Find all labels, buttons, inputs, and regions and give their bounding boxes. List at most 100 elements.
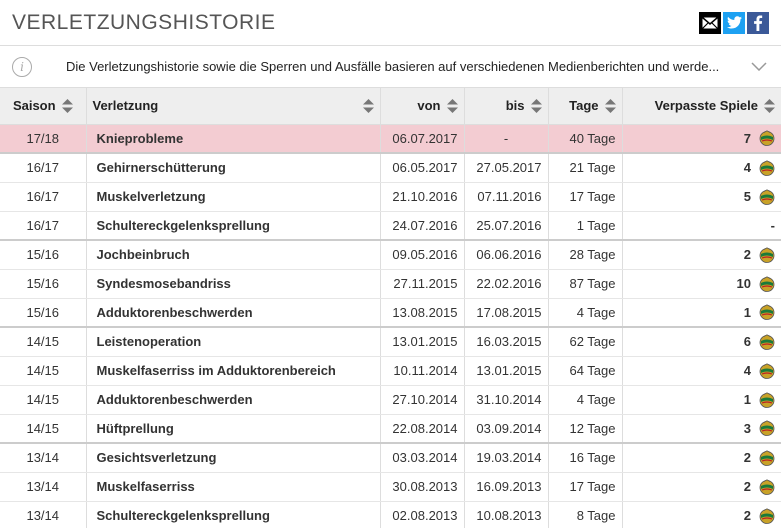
cell-days: 8 Tage bbox=[548, 501, 623, 528]
cell-injury: Adduktorenbeschwerden bbox=[86, 298, 381, 328]
club-crest-icon bbox=[759, 478, 775, 495]
cell-missed-games: 10 bbox=[622, 269, 781, 299]
cell-to: 03.09.2014 bbox=[464, 414, 549, 444]
cell-to: 17.08.2015 bbox=[464, 298, 549, 328]
table-row: 15/16 Syndesmosebandriss 27.11.2015 22.0… bbox=[0, 269, 781, 299]
club-crest-icon bbox=[759, 247, 775, 263]
cell-days: 28 Tage bbox=[548, 239, 623, 270]
cell-injury: Syndesmosebandriss bbox=[86, 269, 381, 299]
table-row: 13/14 Schultereckgelenksprellung 02.08.2… bbox=[0, 501, 781, 528]
club-crest-icon bbox=[759, 334, 775, 350]
cell-from: 27.10.2014 bbox=[380, 385, 465, 415]
column-header-verletzung[interactable]: Verletzung bbox=[86, 88, 381, 125]
club-crest-icon bbox=[759, 507, 775, 524]
cell-missed-games: 5 bbox=[622, 182, 781, 212]
cell-injury: Adduktorenbeschwerden bbox=[86, 385, 381, 415]
cell-from: 02.08.2013 bbox=[380, 501, 465, 528]
cell-injury: Jochbeinbruch bbox=[86, 239, 381, 270]
cell-season: 15/16 bbox=[0, 239, 87, 270]
cell-season: 16/17 bbox=[0, 211, 87, 241]
table-row: 13/14 Muskelfaserriss 30.08.2013 16.09.2… bbox=[0, 472, 781, 502]
cell-to: 22.02.2016 bbox=[464, 269, 549, 299]
cell-season: 13/14 bbox=[0, 472, 87, 502]
cell-injury: Muskelfaserriss im Adduktorenbereich bbox=[86, 356, 381, 386]
cell-season: 14/15 bbox=[0, 356, 87, 386]
cell-from: 13.08.2015 bbox=[380, 298, 465, 328]
missed-games-count: 2 bbox=[743, 479, 751, 494]
table-row: 15/16 Adduktorenbeschwerden 13.08.2015 1… bbox=[0, 298, 781, 328]
cell-to: - bbox=[464, 124, 549, 154]
table-header-row: Saison Verletzung von bis Tage Verpasste… bbox=[0, 88, 781, 125]
cell-season: 15/16 bbox=[0, 298, 87, 328]
cell-injury: Schultereckgelenksprellung bbox=[86, 501, 381, 528]
club-crest-icon bbox=[759, 188, 775, 205]
table-row: 14/15 Hüftprellung 22.08.2014 03.09.2014… bbox=[0, 414, 781, 444]
cell-from: 09.05.2016 bbox=[380, 239, 465, 270]
sort-icon bbox=[764, 98, 775, 113]
mail-icon[interactable] bbox=[699, 11, 721, 34]
cell-from: 06.05.2017 bbox=[380, 152, 465, 183]
panel-header: VERLETZUNGSHISTORIE bbox=[0, 0, 781, 46]
cell-days: 87 Tage bbox=[548, 269, 623, 299]
club-crest-icon bbox=[759, 362, 775, 379]
cell-injury: Schultereckgelenksprellung bbox=[86, 211, 381, 241]
cell-days: 1 Tage bbox=[548, 211, 623, 241]
cell-season: 14/15 bbox=[0, 385, 87, 415]
cell-days: 16 Tage bbox=[548, 442, 623, 473]
share-buttons bbox=[699, 11, 769, 34]
cell-missed-games: 1 bbox=[622, 385, 781, 415]
club-crest-icon bbox=[759, 160, 775, 176]
missed-games-count: 3 bbox=[743, 420, 751, 436]
cell-season: 16/17 bbox=[0, 152, 87, 183]
column-header-von[interactable]: von bbox=[380, 88, 465, 125]
info-icon: i bbox=[12, 56, 32, 77]
cell-season: 13/14 bbox=[0, 501, 87, 528]
table-row: 17/18 Knieprobleme 06.07.2017 - 40 Tage … bbox=[0, 124, 781, 154]
column-header-verpasste-spiele[interactable]: Verpasste Spiele bbox=[622, 88, 781, 125]
cell-to: 10.08.2013 bbox=[464, 501, 549, 528]
chevron-down-icon[interactable] bbox=[749, 62, 769, 71]
cell-from: 24.07.2016 bbox=[380, 211, 465, 241]
cell-season: 15/16 bbox=[0, 269, 87, 299]
column-header-tage[interactable]: Tage bbox=[548, 88, 623, 125]
missed-games-count: 5 bbox=[743, 189, 751, 204]
cell-season: 16/17 bbox=[0, 182, 87, 212]
missed-games-count: 4 bbox=[743, 160, 751, 176]
cell-days: 40 Tage bbox=[548, 124, 623, 154]
cell-from: 10.11.2014 bbox=[380, 356, 465, 386]
cell-from: 30.08.2013 bbox=[380, 472, 465, 502]
table-row: 14/15 Muskelfaserriss im Adduktorenberei… bbox=[0, 356, 781, 386]
column-header-saison[interactable]: Saison bbox=[0, 88, 87, 125]
cell-days: 62 Tage bbox=[548, 326, 623, 357]
cell-injury: Knieprobleme bbox=[86, 124, 381, 154]
cell-season: 13/14 bbox=[0, 442, 87, 473]
table-row: 14/15 Leistenoperation 13.01.2015 16.03.… bbox=[0, 326, 781, 357]
facebook-icon[interactable] bbox=[747, 11, 769, 34]
injury-table-body: 17/18 Knieprobleme 06.07.2017 - 40 Tage … bbox=[0, 124, 781, 528]
cell-missed-games: 3 bbox=[622, 414, 781, 444]
info-bar[interactable]: i Die Verletzungshistorie sowie die Sper… bbox=[0, 46, 781, 88]
missed-games-count: 2 bbox=[743, 508, 751, 523]
cell-days: 64 Tage bbox=[548, 356, 623, 386]
sort-icon bbox=[446, 98, 458, 113]
sort-icon bbox=[362, 98, 374, 113]
cell-to: 16.09.2013 bbox=[464, 472, 549, 502]
cell-season: 17/18 bbox=[0, 124, 87, 154]
cell-missed-games: 4 bbox=[622, 152, 781, 183]
missed-games-count: 4 bbox=[743, 363, 751, 378]
missed-games-count: - bbox=[770, 217, 775, 233]
column-header-bis[interactable]: bis bbox=[464, 88, 549, 125]
cell-injury: Hüftprellung bbox=[86, 414, 381, 444]
twitter-icon[interactable] bbox=[723, 11, 745, 34]
cell-to: 13.01.2015 bbox=[464, 356, 549, 386]
missed-games-count: 7 bbox=[743, 130, 751, 146]
sort-icon bbox=[530, 98, 542, 113]
cell-from: 03.03.2014 bbox=[380, 442, 465, 473]
table-row: 16/17 Muskelverletzung 21.10.2016 07.11.… bbox=[0, 182, 781, 212]
cell-from: 21.10.2016 bbox=[380, 182, 465, 212]
cell-from: 13.01.2015 bbox=[380, 326, 465, 357]
missed-games-count: 6 bbox=[743, 334, 751, 350]
cell-missed-games: 4 bbox=[622, 356, 781, 386]
cell-from: 27.11.2015 bbox=[380, 269, 465, 299]
cell-to: 31.10.2014 bbox=[464, 385, 549, 415]
